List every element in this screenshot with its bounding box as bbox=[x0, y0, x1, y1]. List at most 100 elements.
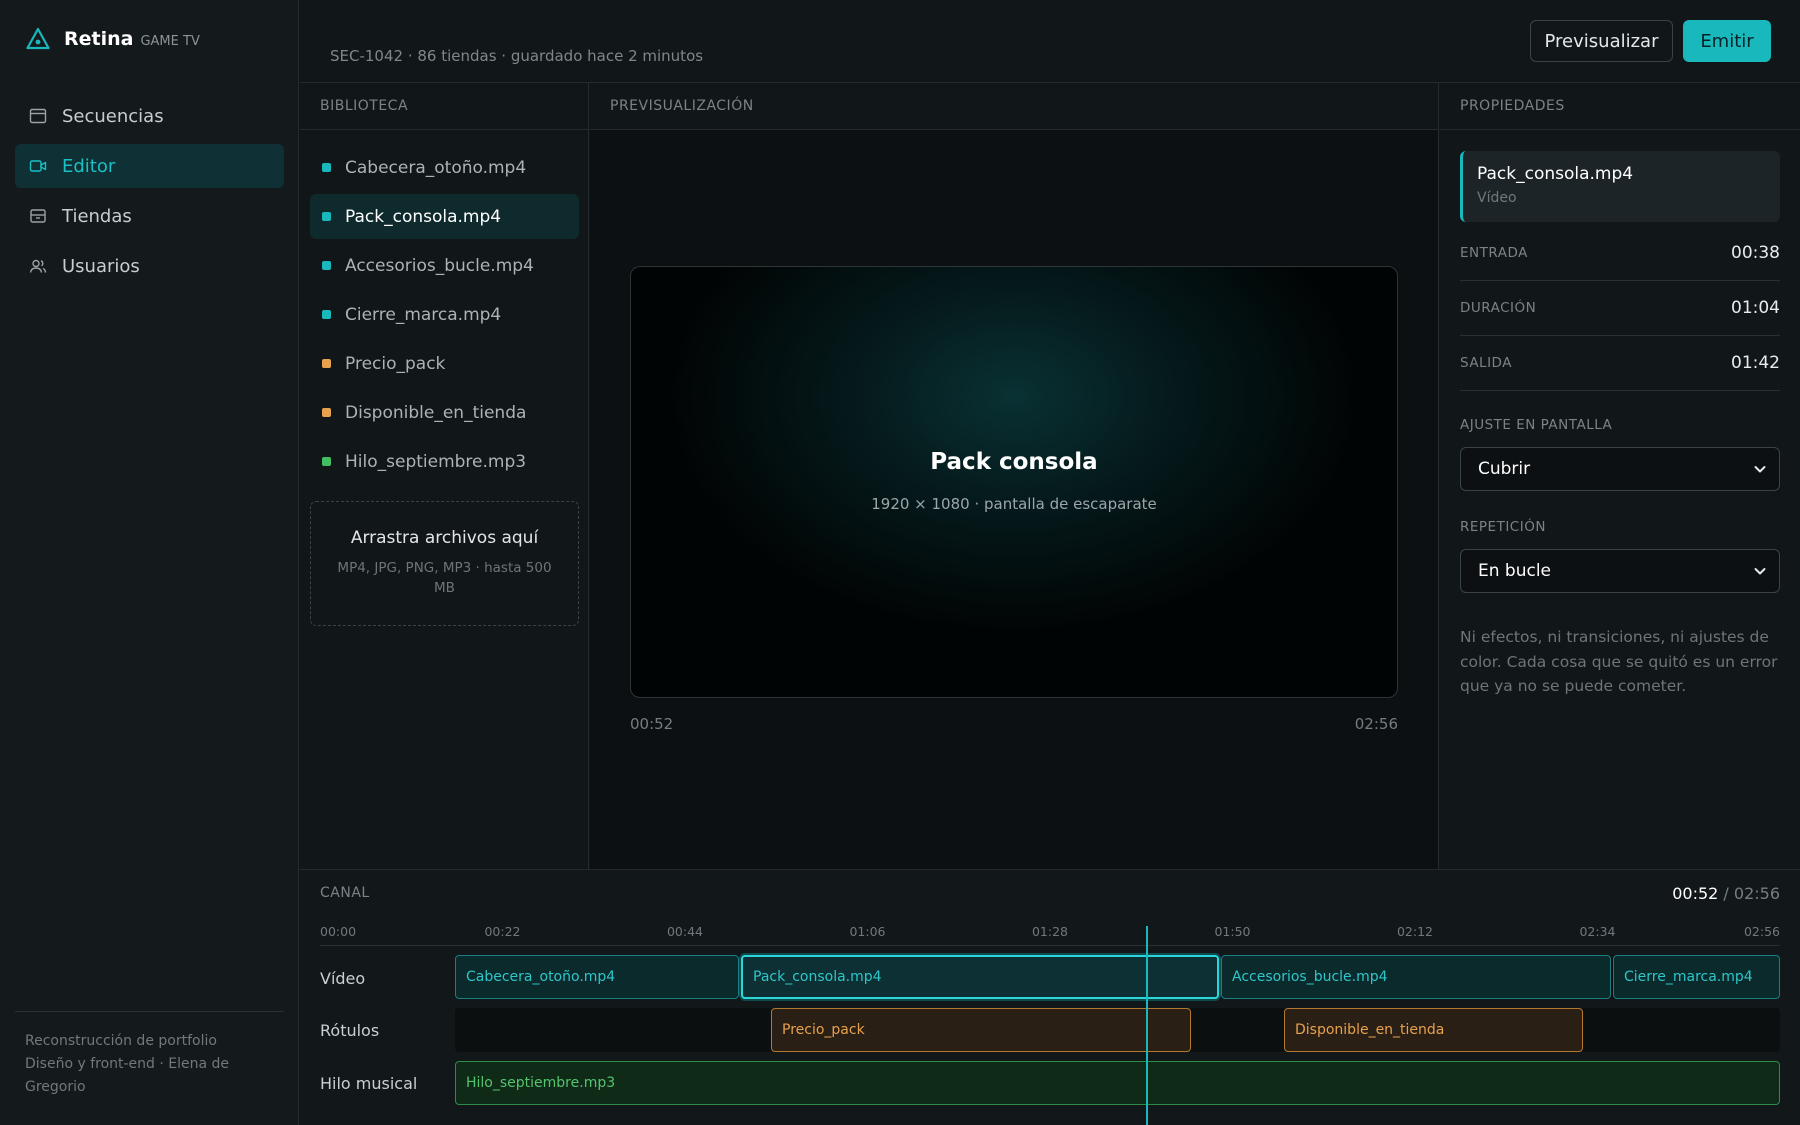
selected-asset-card: Pack_consola.mp4 Vídeo bbox=[1460, 151, 1780, 222]
repeat-label: REPETICIÓN bbox=[1460, 519, 1546, 535]
preview-button[interactable]: Previsualizar bbox=[1530, 20, 1673, 62]
track-lane-video: Cabecera_otoño.mp4 Pack_consola.mp4 Acce… bbox=[455, 955, 1780, 999]
fit-select-value: Cubrir bbox=[1478, 459, 1531, 479]
triangle-logo-icon bbox=[26, 27, 50, 50]
nav-item-secuencias[interactable]: Secuencias bbox=[15, 94, 284, 138]
fit-select[interactable]: Cubrir bbox=[1460, 447, 1780, 491]
library-item[interactable]: Accesorios_bucle.mp4 bbox=[310, 243, 579, 288]
library-item-label: Cierre_marca.mp4 bbox=[345, 304, 502, 325]
preview-panel: PREVISUALIZACIÓN Pack consola 1920 × 108… bbox=[590, 83, 1439, 869]
chevron-down-icon bbox=[1754, 466, 1766, 473]
screen-title: Pack consola bbox=[930, 449, 1098, 475]
library-item[interactable]: Pack_consola.mp4 bbox=[310, 194, 579, 239]
library-item[interactable]: Hilo_septiembre.mp3 bbox=[310, 439, 579, 484]
library-item[interactable]: Cabecera_otoño.mp4 bbox=[310, 145, 579, 190]
sidebar: Retina GAME TV Secuencias Editor Tiendas… bbox=[0, 0, 299, 1125]
library-item[interactable]: Precio_pack bbox=[310, 341, 579, 386]
library-title: BIBLIOTECA bbox=[300, 83, 589, 130]
screen-subtitle: 1920 × 1080 · pantalla de escaparate bbox=[871, 495, 1157, 513]
ruler-tick: 01:50 bbox=[1214, 924, 1251, 939]
timeline-clip[interactable]: Precio_pack bbox=[771, 1008, 1191, 1052]
library-item-label: Precio_pack bbox=[345, 353, 446, 374]
ruler-tick: 00:22 bbox=[484, 924, 521, 939]
timeline-total: 02:56 bbox=[1733, 884, 1780, 903]
preview-title: PREVISUALIZACIÓN bbox=[590, 83, 1438, 130]
library-item[interactable]: Cierre_marca.mp4 bbox=[310, 292, 579, 337]
footer-line-1: Reconstrucción de portfolio bbox=[25, 1033, 217, 1049]
timeline-panel: CANAL 00:52 / 02:56 00:00 00:22 00:44 01:06… bbox=[300, 869, 1800, 1125]
prop-label: ENTRADA bbox=[1460, 245, 1528, 261]
track-lane-hilo-musical: Hilo_septiembre.mp3 bbox=[455, 1061, 1780, 1105]
nav-label: Editor bbox=[62, 155, 116, 177]
sequence-meta: SEC-1042 · 86 tiendas · guardado hace 2 … bbox=[330, 47, 704, 65]
asset-type-dot-icon bbox=[322, 212, 331, 221]
calendar-icon bbox=[29, 108, 47, 124]
nav-item-tiendas[interactable]: Tiendas bbox=[15, 194, 284, 238]
ruler-tick: 00:00 bbox=[320, 924, 357, 939]
preview-current-time: 00:52 bbox=[630, 715, 674, 733]
timeline-ruler[interactable]: 00:00 00:22 00:44 01:06 01:28 01:50 02:12 02:34… bbox=[320, 924, 1780, 946]
nav-label: Secuencias bbox=[62, 105, 164, 127]
video-camera-icon bbox=[29, 160, 47, 172]
timeline-clip[interactable]: Cierre_marca.mp4 bbox=[1613, 955, 1780, 999]
nav-label: Tiendas bbox=[62, 205, 132, 227]
playhead[interactable] bbox=[1146, 926, 1148, 1125]
properties-note: Ni efectos, ni transiciones, ni ajustes … bbox=[1460, 628, 1778, 695]
properties-panel: PROPIEDADES Pack_consola.mp4 Vídeo ENTRA… bbox=[1440, 83, 1800, 869]
prop-value: 00:38 bbox=[1731, 243, 1780, 263]
file-dropzone[interactable]: Arrastra archivos aquí MP4, JPG, PNG, MP… bbox=[310, 501, 579, 626]
sidebar-footer: Reconstrucción de portfolio Diseño y fro… bbox=[15, 1011, 284, 1099]
ruler-tick: 02:56 bbox=[1743, 924, 1780, 939]
store-icon bbox=[30, 209, 46, 223]
selected-asset-name: Pack_consola.mp4 bbox=[1477, 164, 1634, 184]
track-label-hilo-musical: Hilo musical bbox=[320, 1074, 418, 1093]
nav-label: Usuarios bbox=[62, 255, 140, 277]
timeline-time: 00:52 / 02:56 bbox=[1672, 884, 1780, 903]
timeline-clip[interactable]: Cabecera_otoño.mp4 bbox=[455, 955, 739, 999]
track-label-video: Vídeo bbox=[320, 969, 366, 988]
prop-row-entrada: ENTRADA 00:38 bbox=[1460, 226, 1780, 281]
library-item-label: Disponible_en_tienda bbox=[345, 402, 527, 423]
timeline-clip[interactable]: Accesorios_bucle.mp4 bbox=[1221, 955, 1611, 999]
library-panel: BIBLIOTECA Cabecera_otoño.mp4 Pack_consol… bbox=[300, 83, 589, 869]
app-name: Retina bbox=[64, 28, 134, 50]
dropzone-subtitle: MP4, JPG, PNG, MP3 · hasta 500 MB bbox=[337, 560, 552, 596]
timeline-clip[interactable]: Hilo_septiembre.mp3 bbox=[455, 1061, 1780, 1105]
library-item[interactable]: Disponible_en_tienda bbox=[310, 390, 579, 435]
repeat-select-value: En bucle bbox=[1478, 561, 1552, 581]
users-icon bbox=[29, 259, 47, 273]
library-list: Cabecera_otoño.mp4 Pack_consola.mp4 Acceso… bbox=[310, 145, 579, 488]
chevron-down-icon bbox=[1754, 568, 1766, 575]
asset-type-dot-icon bbox=[322, 163, 331, 172]
footer-line-2: Diseño y front-end · Elena de Gregorio bbox=[25, 1056, 230, 1095]
ruler-tick: 01:28 bbox=[1031, 924, 1069, 939]
asset-type-dot-icon bbox=[322, 359, 331, 368]
prop-label: DURACIÓN bbox=[1460, 300, 1537, 316]
app-subtitle: GAME TV bbox=[140, 33, 200, 49]
library-item-label: Cabecera_otoño.mp4 bbox=[345, 157, 527, 178]
selected-asset-type: Vídeo bbox=[1477, 190, 1517, 206]
timeline-clip[interactable]: Disponible_en_tienda bbox=[1284, 1008, 1583, 1052]
fit-label: AJUSTE EN PANTALLA bbox=[1460, 417, 1613, 433]
library-item-label: Accesorios_bucle.mp4 bbox=[345, 255, 534, 276]
nav-item-editor[interactable]: Editor bbox=[15, 144, 284, 188]
timeline-current: 00:52 bbox=[1672, 884, 1719, 903]
preview-screen[interactable]: Pack consola 1920 × 1080 · pantalla de e… bbox=[630, 266, 1398, 698]
asset-type-dot-icon bbox=[322, 457, 331, 466]
library-item-label: Pack_consola.mp4 bbox=[345, 206, 502, 227]
repeat-select[interactable]: En bucle bbox=[1460, 549, 1780, 593]
preview-total-time: 02:56 bbox=[1354, 715, 1398, 733]
timeline-title: CANAL bbox=[320, 885, 370, 901]
prop-value: 01:04 bbox=[1731, 298, 1780, 318]
ruler-tick: 02:34 bbox=[1579, 924, 1616, 939]
nav-item-usuarios[interactable]: Usuarios bbox=[15, 244, 284, 288]
ruler-tick: 02:12 bbox=[1396, 924, 1434, 939]
emit-button[interactable]: Emitir bbox=[1683, 20, 1771, 62]
track-lane-rotulos: Precio_pack Disponible_en_tienda bbox=[455, 1008, 1780, 1052]
prop-row-salida: SALIDA 01:42 bbox=[1460, 336, 1780, 391]
ruler-tick: 00:44 bbox=[666, 924, 704, 939]
brand[interactable]: Retina GAME TV bbox=[26, 26, 200, 52]
properties-title: PROPIEDADES bbox=[1440, 83, 1800, 130]
ruler-tick: 01:06 bbox=[849, 924, 886, 939]
main-nav: Secuencias Editor Tiendas Usuarios bbox=[15, 94, 284, 294]
